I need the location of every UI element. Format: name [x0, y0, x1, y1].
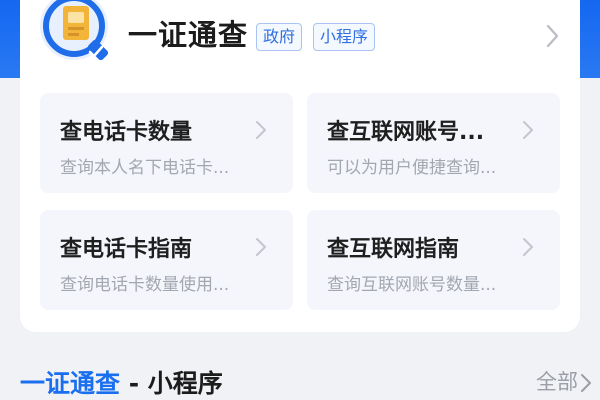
grid-item-title: 查电话卡指南 [60, 237, 193, 262]
grid-item-subtitle: 查询互联网账号数量... [327, 275, 497, 295]
grid-item-title: 查电话卡数量 [60, 120, 193, 145]
see-all-link[interactable]: 全部 [536, 366, 592, 396]
mini-program-title: 一证通查 [128, 18, 249, 52]
grid-item-subtitle: 查询本人名下电话卡... [60, 158, 230, 178]
id-card-check-logo-icon [40, 0, 109, 61]
chevron-right-icon [581, 374, 591, 392]
grid-item-title: 查互联网指南 [327, 237, 460, 262]
chevron-right-icon [523, 238, 533, 256]
chevron-right-icon [546, 24, 559, 48]
see-all-label: 全部 [536, 370, 578, 394]
chevron-right-icon [523, 121, 533, 139]
grid-item-subtitle: 可以为用户便捷查询... [327, 158, 497, 178]
grid-item-phone-card-count[interactable]: 查电话卡数量 查询本人名下电话卡... [40, 93, 293, 193]
mini-program-card: 一证通查 政府 小程序 查电话卡数量 查询本人名下电话卡... 查互联网账号..… [20, 0, 580, 332]
section-title-suffix: - 小程序 [120, 369, 223, 398]
mini-program-tag: 小程序 [313, 23, 376, 51]
government-tag: 政府 [256, 23, 303, 51]
chevron-right-icon [256, 121, 266, 139]
section-title-highlight: 一证通查 [20, 369, 121, 398]
grid-item-subtitle: 查询电话卡数量使用... [60, 275, 230, 295]
section-title: 一证通查 - 小程序 [20, 364, 223, 400]
grid-item-internet-guide[interactable]: 查互联网指南 查询互联网账号数量... [307, 210, 560, 310]
chevron-right-icon [256, 238, 266, 256]
grid-item-title: 查互联网账号... [327, 120, 485, 145]
mini-program-header[interactable]: 一证通查 政府 小程序 [20, 0, 580, 78]
grid-item-phone-card-guide[interactable]: 查电话卡指南 查询电话卡数量使用... [40, 210, 293, 310]
grid-item-internet-account[interactable]: 查互联网账号... 可以为用户便捷查询... [307, 93, 560, 193]
